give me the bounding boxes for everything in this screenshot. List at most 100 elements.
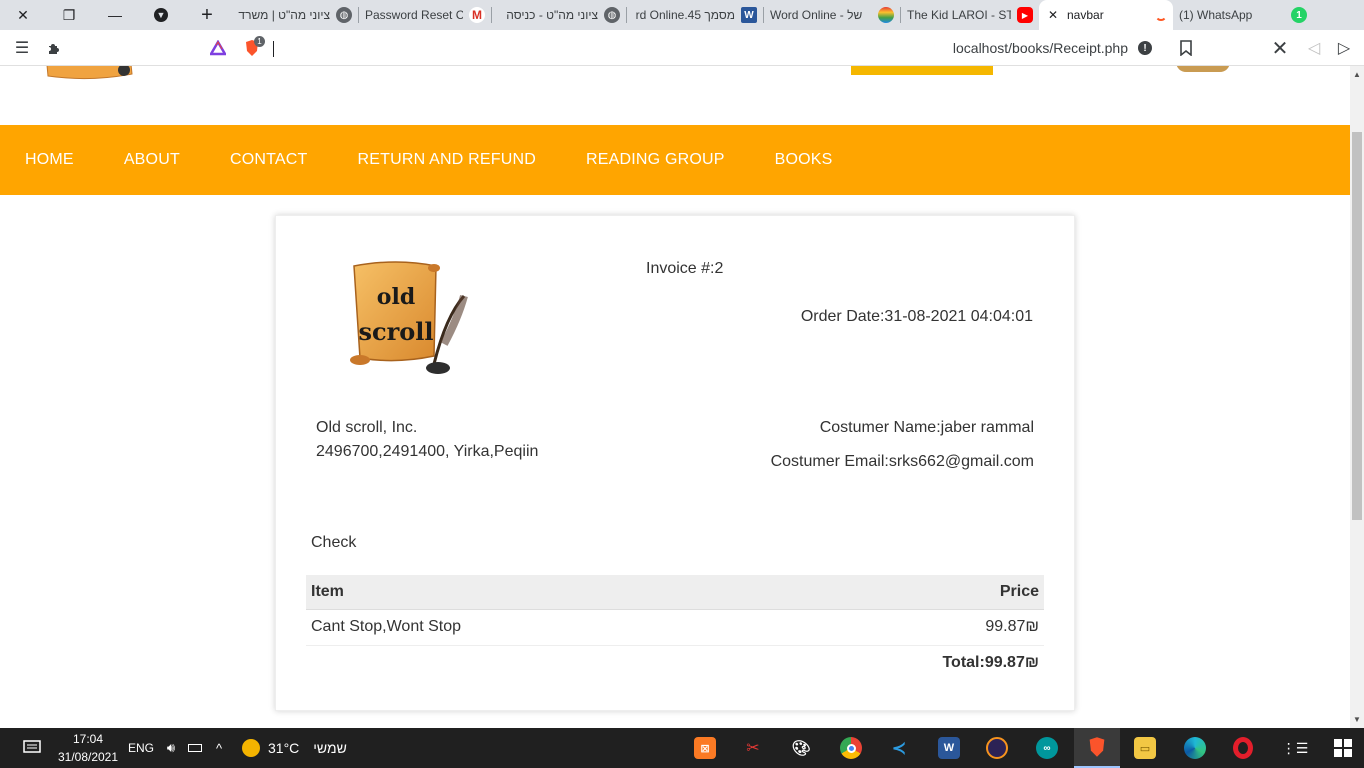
- address-bar[interactable]: 1 localhost/books/Receipt.php !: [204, 33, 1162, 63]
- chrome-app-icon[interactable]: [836, 728, 866, 768]
- word-app-icon[interactable]: W: [934, 728, 964, 768]
- task-view-icon[interactable]: ⋮☰: [1280, 728, 1310, 768]
- page-scrollbar[interactable]: ▲ ▼: [1350, 66, 1364, 728]
- youtube-icon: ▶: [1017, 7, 1033, 23]
- globe-icon: ◍: [604, 7, 620, 23]
- brave-rewards-icon[interactable]: [208, 39, 228, 56]
- tab-label: Word Online - של: [770, 8, 863, 22]
- weather-condition: שמשי: [313, 740, 347, 756]
- forward-icon[interactable]: ▷: [1328, 32, 1360, 64]
- company-info: Old scroll, Inc. 2496700,2491400, Yirka,…: [316, 416, 538, 464]
- invoice-number: Invoice #:2: [646, 260, 724, 277]
- scrollbar-thumb[interactable]: [1352, 132, 1362, 520]
- sun-icon: [242, 739, 260, 757]
- notifications-icon[interactable]: [14, 728, 50, 768]
- xampp-app-icon[interactable]: ⊠: [690, 728, 720, 768]
- url-text[interactable]: localhost/books/Receipt.php: [953, 40, 1128, 56]
- old-scroll-logo: old scroll: [346, 260, 470, 378]
- tab-label: ציוני מה"ט | משרד: [238, 8, 330, 22]
- brave-shields-icon[interactable]: 1: [244, 36, 265, 57]
- shields-badge: 1: [254, 36, 265, 47]
- extensions-icon[interactable]: [38, 32, 70, 64]
- browser-tab[interactable]: Password Reset Co M: [359, 0, 491, 30]
- windows-taskbar: 17:04 31/08/2021 ENG 🔊︎ ^ 31°C שמשי ⊠ ✂ …: [0, 728, 1364, 768]
- arduino-app-icon[interactable]: ∞: [1032, 728, 1062, 768]
- sidebar-menu-icon[interactable]: ☰: [6, 32, 38, 64]
- battery-icon[interactable]: [184, 728, 206, 768]
- back-icon[interactable]: ◁: [1298, 32, 1330, 64]
- tab-label: navbar: [1067, 8, 1104, 22]
- nav-return-and-refund[interactable]: RETURN AND REFUND: [357, 151, 536, 169]
- show-hidden-icons-icon[interactable]: ^: [208, 728, 230, 768]
- paint-app-icon[interactable]: 🎨︎: [786, 728, 816, 768]
- total-row: Total:99.87₪: [306, 645, 1044, 681]
- close-tab-icon[interactable]: ✕: [1045, 7, 1061, 23]
- browser-tab[interactable]: מסמך 45.rd Online W: [627, 0, 763, 30]
- header-action-button[interactable]: [851, 66, 993, 75]
- logo-text-old: old: [377, 284, 415, 310]
- browser-tab[interactable]: ציוני מה"ט | משרד ◍: [230, 0, 358, 30]
- table-row: Cant Stop,Wont Stop 99.87₪: [306, 609, 1044, 646]
- weather-widget[interactable]: 31°C שמשי: [242, 728, 352, 768]
- nav-about[interactable]: ABOUT: [124, 151, 180, 169]
- close-window-icon[interactable]: ✕: [0, 0, 46, 30]
- file-explorer-app-icon[interactable]: ▭: [1130, 728, 1160, 768]
- browser-tab-strip: ✕ ❐ — ▼ + ציוני מה"ט | משרד ◍ Password R…: [0, 0, 1364, 30]
- rainbow-icon: [878, 7, 894, 23]
- browser-toolbar: ☰ 1 localhost/books/Receipt.php ! ✕ ◁ ▷: [0, 30, 1364, 66]
- site-info-icon[interactable]: !: [1138, 41, 1152, 55]
- edge-app-icon[interactable]: [1180, 728, 1210, 768]
- browser-tab[interactable]: Word Online - של: [764, 0, 900, 30]
- tab-label: Password Reset Co: [365, 8, 463, 22]
- total-spacer: [306, 645, 749, 681]
- company-address: 2496700,2491400, Yirka,Peqiin: [316, 443, 539, 460]
- nav-home[interactable]: HOME: [25, 151, 74, 169]
- tab-label: מסמך 45.rd Online: [635, 8, 735, 22]
- minimize-window-icon[interactable]: —: [92, 0, 138, 30]
- scroll-up-icon[interactable]: ▲: [1353, 70, 1361, 79]
- column-header-price: Price: [749, 575, 1044, 610]
- browser-tab-active[interactable]: ✕ navbar: [1039, 0, 1173, 30]
- eclipse-app-icon[interactable]: [982, 728, 1012, 768]
- item-name: Cant Stop,Wont Stop: [306, 609, 750, 646]
- clock-date: 31/08/2021: [57, 750, 119, 764]
- item-price: 99.87₪: [749, 609, 1044, 646]
- column-header-item: Item: [306, 575, 750, 610]
- customer-name: Costumer Name:jaber rammal: [819, 419, 1034, 436]
- snipping-tool-app-icon[interactable]: ✂: [738, 728, 768, 768]
- brave-app-icon[interactable]: [1074, 728, 1120, 768]
- new-tab-icon[interactable]: +: [184, 0, 230, 30]
- nav-books[interactable]: BOOKS: [775, 151, 833, 169]
- vscode-app-icon[interactable]: ≺: [884, 728, 914, 768]
- receipt-card: old scroll Invoice #:2 Order Date:31-08-…: [275, 215, 1075, 711]
- customer-email: Costumer Email:srks662@gmail.com: [770, 453, 1034, 470]
- weather-temp: 31°C: [268, 740, 300, 756]
- tab-label: ציוני מה"ט - כניסה: [506, 8, 598, 22]
- loading-spinner-icon: [1155, 9, 1167, 21]
- language-indicator[interactable]: ENG: [126, 728, 156, 768]
- company-name: Old scroll, Inc.: [316, 419, 418, 436]
- nav-contact[interactable]: CONTACT: [230, 151, 308, 169]
- logo-text-scroll: scroll: [358, 317, 433, 346]
- start-button-icon[interactable]: [1328, 728, 1358, 768]
- taskbar-clock[interactable]: 17:04 31/08/2021: [56, 730, 120, 766]
- volume-icon[interactable]: 🔊︎: [160, 728, 182, 768]
- site-navbar: HOME ABOUT CONTACT RETURN AND REFUND REA…: [0, 125, 1350, 195]
- browser-tab[interactable]: The Kid LAROI - STA ▶: [901, 0, 1039, 30]
- browser-tab[interactable]: (1) WhatsApp 1: [1173, 0, 1313, 30]
- scroll-down-icon[interactable]: ▼: [1353, 715, 1361, 724]
- tab-search-icon[interactable]: ▼: [138, 0, 184, 30]
- table-header-row: Item Price: [306, 575, 1044, 610]
- nav-reading-group[interactable]: READING GROUP: [586, 151, 725, 169]
- globe-icon: ◍: [336, 7, 352, 23]
- site-logo[interactable]: [40, 66, 140, 94]
- gmail-icon: M: [469, 7, 485, 23]
- text-cursor: [273, 41, 274, 57]
- cart-icon[interactable]: [1176, 66, 1230, 72]
- payment-method: Check: [311, 534, 357, 551]
- opera-app-icon[interactable]: [1228, 728, 1258, 768]
- browser-tab[interactable]: ציוני מה"ט - כניסה ◍: [492, 0, 626, 30]
- restore-window-icon[interactable]: ❐: [46, 0, 92, 30]
- bookmark-icon[interactable]: [1170, 32, 1202, 64]
- stop-loading-icon[interactable]: ✕: [1264, 32, 1296, 64]
